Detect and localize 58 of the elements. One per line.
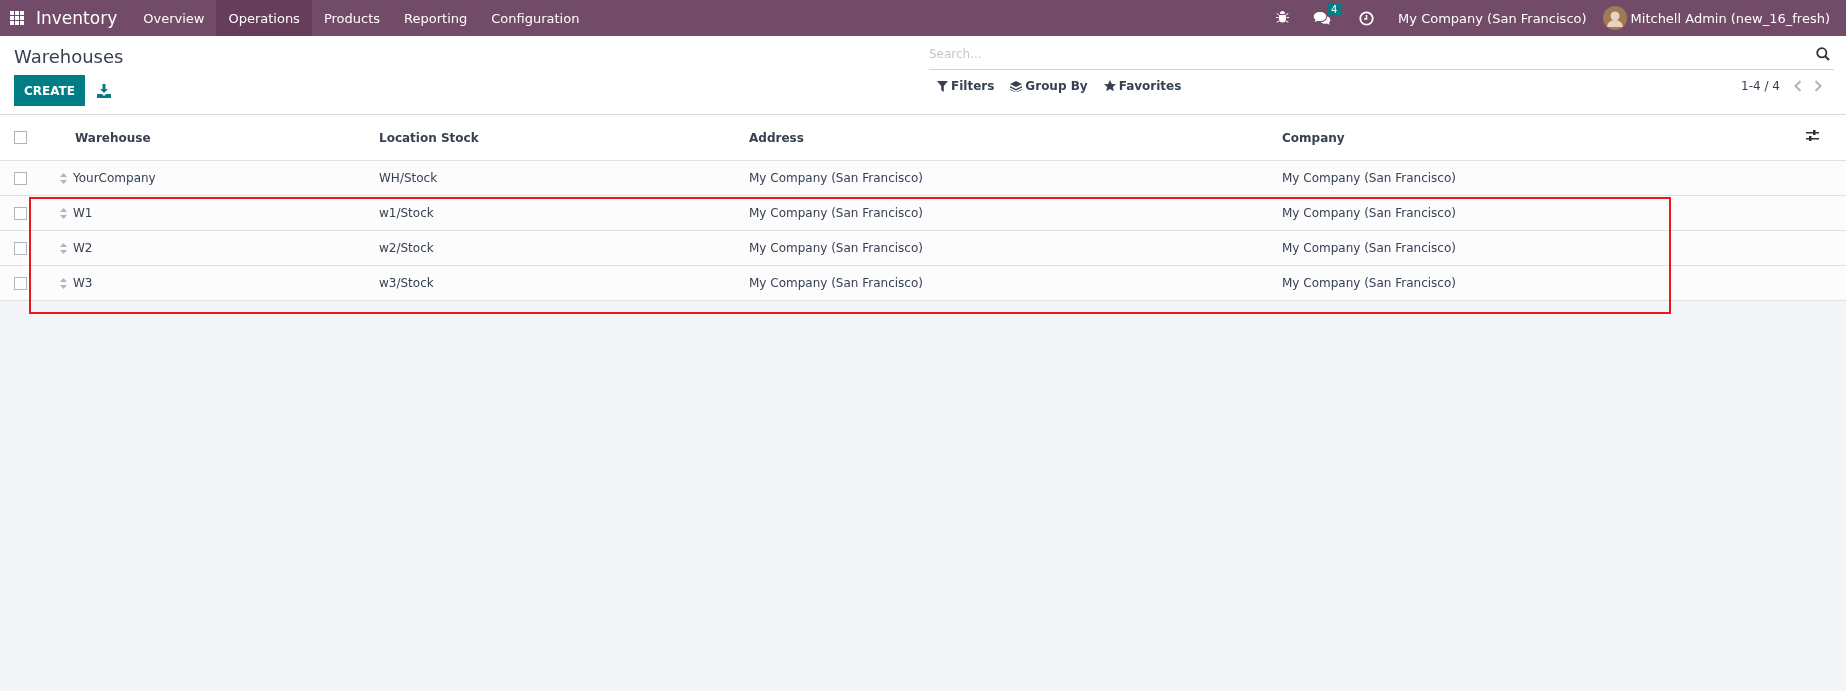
table-cell: My Company (San Francisco) bbox=[1282, 171, 1456, 185]
apps-grid-icon[interactable] bbox=[10, 11, 24, 25]
pager-value: 1-4 / 4 bbox=[1741, 79, 1780, 93]
table-cell: My Company (San Francisco) bbox=[749, 276, 923, 290]
column-header[interactable]: Warehouse bbox=[75, 130, 151, 145]
avatar-icon[interactable] bbox=[1602, 6, 1627, 30]
download-icon[interactable] bbox=[97, 83, 111, 98]
table-cell: WH/Stock bbox=[379, 171, 438, 185]
table-cell: w2/Stock bbox=[379, 241, 434, 255]
chat-icon[interactable] bbox=[1313, 10, 1332, 26]
table-cell: My Company (San Francisco) bbox=[1282, 206, 1456, 220]
funnel-icon bbox=[937, 80, 948, 92]
company-switcher[interactable]: My Company (San Francisco) bbox=[1398, 10, 1587, 26]
drag-handle-icon[interactable] bbox=[60, 207, 67, 219]
star-icon bbox=[1103, 80, 1116, 92]
layers-button[interactable]: Group By bbox=[1002, 79, 1096, 93]
message-count-badge: 4 bbox=[1327, 2, 1342, 16]
layers-icon bbox=[1010, 80, 1023, 92]
table-cell: My Company (San Francisco) bbox=[749, 171, 923, 185]
table-cell: My Company (San Francisco) bbox=[749, 206, 923, 220]
drag-handle-icon[interactable] bbox=[60, 172, 67, 184]
column-header[interactable]: Address bbox=[749, 130, 804, 145]
menu-item[interactable]: Overview bbox=[131, 0, 217, 36]
row-checkbox[interactable] bbox=[14, 241, 27, 255]
chevron-right-icon[interactable] bbox=[1814, 80, 1822, 92]
chevron-left-icon[interactable] bbox=[1794, 80, 1802, 92]
table-cell: w3/Stock bbox=[379, 276, 434, 290]
drag-handle-icon[interactable] bbox=[60, 277, 67, 289]
row-checkbox[interactable] bbox=[14, 206, 27, 220]
search-field[interactable]: Search... bbox=[929, 47, 1816, 61]
menu-item[interactable]: Configuration bbox=[479, 0, 592, 36]
star-button[interactable]: Favorites bbox=[1095, 79, 1190, 93]
page-title: Warehouses bbox=[14, 46, 125, 67]
table-cell: w1/Stock bbox=[379, 206, 434, 220]
column-header[interactable]: Company bbox=[1282, 130, 1345, 145]
menu-item[interactable]: Products bbox=[311, 0, 393, 36]
column-header[interactable]: Location Stock bbox=[379, 130, 479, 145]
table-cell: W2 bbox=[73, 241, 93, 255]
sliders-icon[interactable] bbox=[1806, 130, 1819, 142]
create-button[interactable]: CREATE bbox=[14, 75, 85, 106]
table-cell: My Company (San Francisco) bbox=[1282, 241, 1456, 255]
table-cell: W1 bbox=[73, 206, 93, 220]
drag-handle-icon[interactable] bbox=[60, 242, 67, 254]
bug-icon[interactable] bbox=[1276, 11, 1290, 25]
menu-item[interactable]: Reporting bbox=[392, 0, 480, 36]
app-name[interactable]: Inventory bbox=[34, 8, 132, 28]
user-menu[interactable]: Mitchell Admin (new_16_fresh) bbox=[1630, 10, 1830, 26]
table-cell: My Company (San Francisco) bbox=[1282, 276, 1456, 290]
table-cell: My Company (San Francisco) bbox=[749, 241, 923, 255]
select-all-checkbox[interactable] bbox=[14, 131, 27, 144]
clock-icon[interactable] bbox=[1359, 10, 1375, 26]
row-checkbox[interactable] bbox=[14, 276, 27, 290]
search-icon[interactable] bbox=[1816, 47, 1830, 61]
table-cell: YourCompany bbox=[73, 171, 156, 185]
menu-item[interactable]: Operations bbox=[216, 0, 312, 36]
table-cell: W3 bbox=[73, 276, 93, 290]
row-checkbox[interactable] bbox=[14, 171, 27, 185]
funnel-button[interactable]: Filters bbox=[929, 79, 1003, 93]
